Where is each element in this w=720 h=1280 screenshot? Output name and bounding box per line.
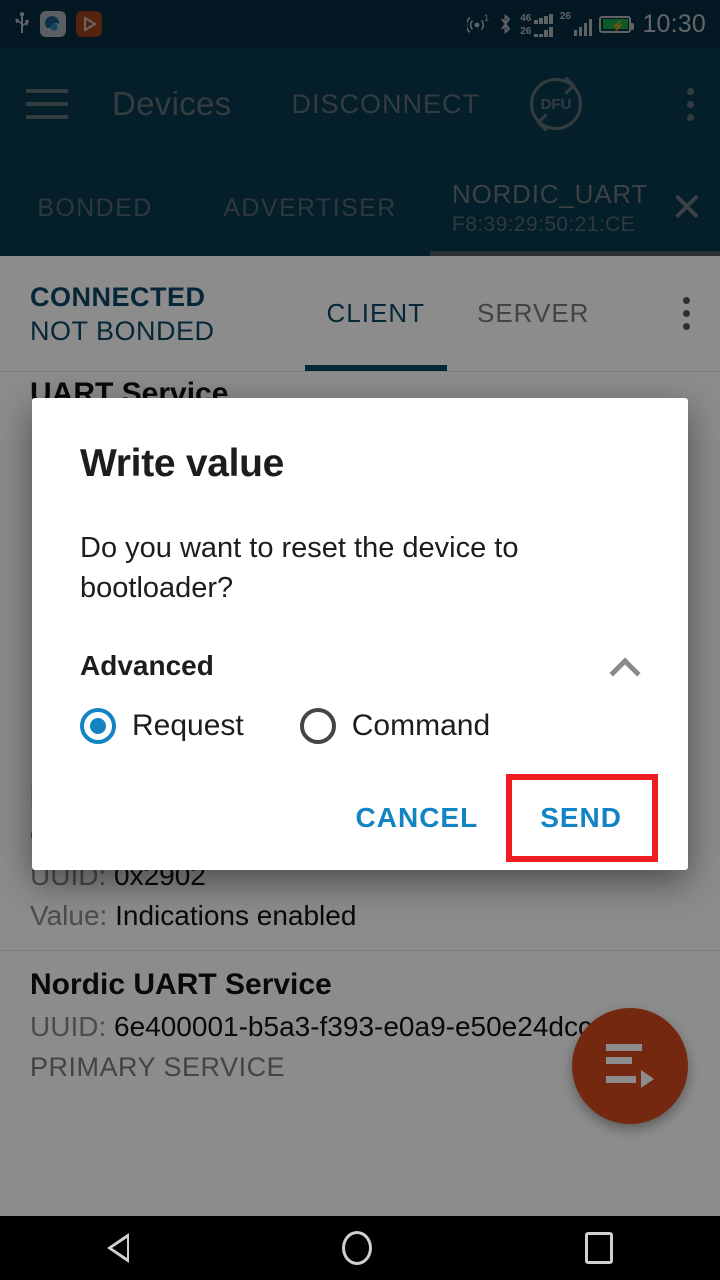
cancel-button[interactable]: CANCEL <box>338 788 497 848</box>
dialog-scrim-appbar <box>0 0 720 256</box>
dialog-title: Write value <box>80 442 285 485</box>
advanced-section-header[interactable]: Advanced <box>80 650 640 682</box>
radio-label-request: Request <box>132 709 244 742</box>
android-nav-bar <box>0 1216 720 1280</box>
radio-button-command[interactable] <box>299 708 336 744</box>
send-button-wrapper: SEND <box>506 774 658 862</box>
radio-option-command[interactable]: Command <box>299 708 491 744</box>
send-button[interactable]: SEND <box>522 788 640 848</box>
radio-button-request[interactable] <box>80 708 116 744</box>
radio-option-request[interactable]: Request <box>80 708 244 744</box>
write-value-dialog: Write value Do you want to reset the dev… <box>32 398 688 870</box>
dialog-actions: CANCEL SEND <box>80 774 658 862</box>
nav-back-icon[interactable] <box>106 1233 129 1263</box>
radio-label-command: Command <box>351 709 491 742</box>
phone-screen: 1 46 26 26 ⚡ 10:30 Devices DISCONNECT DF… <box>0 0 720 1280</box>
chevron-up-icon[interactable] <box>612 658 640 674</box>
dialog-message: Do you want to reset the device to bootl… <box>80 532 519 604</box>
nav-home-icon[interactable] <box>341 1231 372 1265</box>
advanced-label: Advanced <box>80 650 214 681</box>
advanced-radio-group: Request Command <box>80 708 640 744</box>
nav-recents-icon[interactable] <box>585 1232 614 1264</box>
